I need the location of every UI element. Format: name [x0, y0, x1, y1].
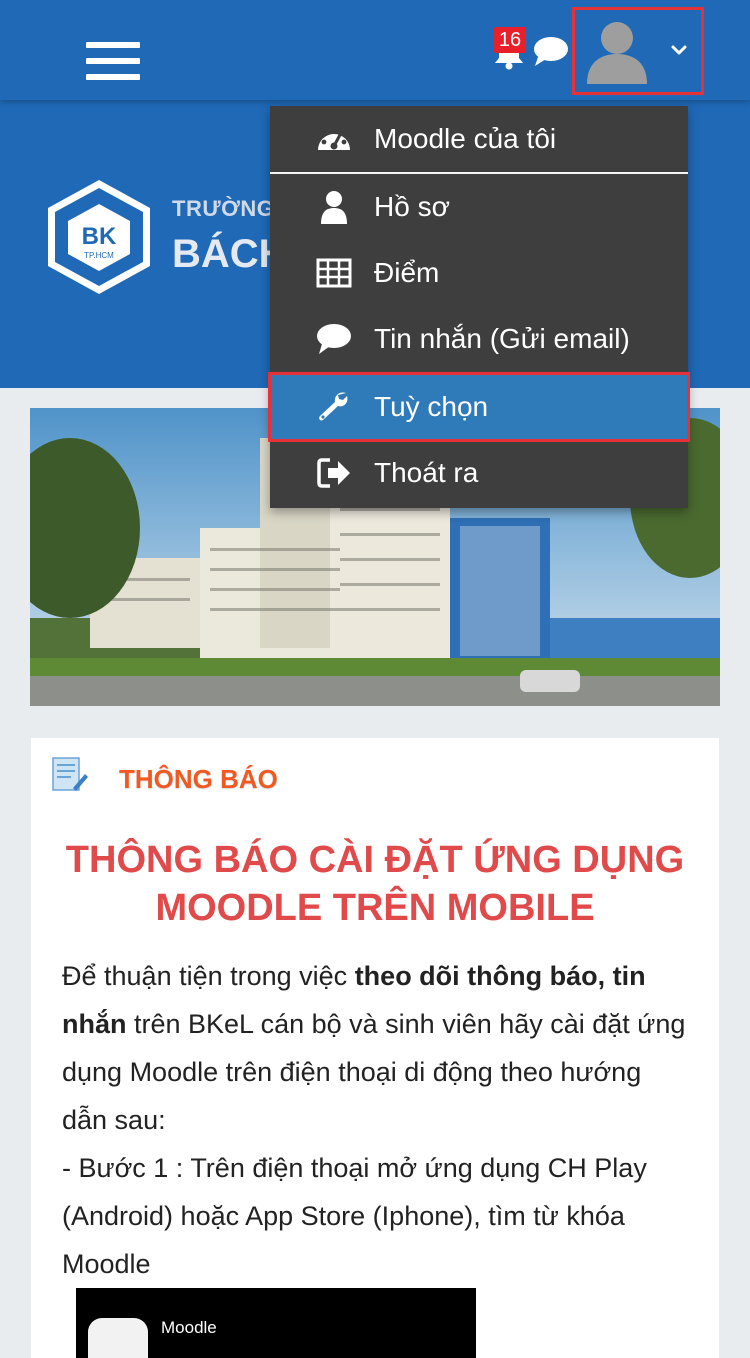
announcement-card: THÔNG BÁO THÔNG BÁO CÀI ĐẶT ỨNG DỤNG MOO…	[31, 738, 719, 1358]
menu-item-label: Thoát ra	[374, 457, 479, 488]
menu-item-my-moodle[interactable]: Moodle của tôi	[270, 106, 688, 172]
bk-logo: BK TP.HCM	[48, 180, 150, 294]
wrench-icon	[319, 392, 348, 421]
svg-text:BK: BK	[82, 223, 117, 250]
chevron-down-icon	[671, 45, 687, 55]
announcement-heading: THÔNG BÁO	[119, 764, 278, 794]
top-navbar: 16	[0, 0, 750, 100]
user-icon	[321, 191, 347, 224]
menu-item-profile[interactable]: Hồ sơ	[270, 174, 688, 240]
svg-text:TP.HCM: TP.HCM	[84, 251, 114, 260]
chat-bubble-icon[interactable]	[532, 34, 570, 68]
moodle-app-icon	[88, 1318, 148, 1358]
video-app-name: Moodle	[161, 1318, 217, 1337]
menu-item-label: Điểm	[374, 257, 440, 288]
step-1-text: - Bước 1 : Trên điện thoại mở ứng dụng C…	[62, 1153, 647, 1279]
menu-item-messages[interactable]: Tin nhắn (Gửi email)	[270, 306, 688, 372]
user-menu-toggle[interactable]	[572, 7, 704, 95]
menu-item-label: Moodle của tôi	[374, 123, 557, 154]
hamburger-menu-icon[interactable]	[86, 42, 140, 82]
notepad-icon	[52, 757, 88, 791]
menu-item-label: Tin nhắn (Gửi email)	[374, 323, 630, 354]
user-dropdown-menu: Moodle của tôi Hồ sơ Điểm Tin nhắn (Gửi …	[268, 106, 690, 508]
notice-body: Để thuận tiện trong việc theo dõi thông …	[62, 961, 686, 1279]
menu-item-label: Hồ sơ	[374, 191, 450, 222]
notice-title: THÔNG BÁO CÀI ĐẶT ỨNG DỤNG MOODLE TRÊN M…	[65, 839, 685, 929]
dashboard-gauge-icon	[318, 126, 350, 150]
chat-bubble-icon	[317, 324, 351, 354]
menu-item-logout[interactable]: Thoát ra	[270, 440, 688, 506]
tutorial-video-thumbnail[interactable]: Moodle	[76, 1288, 476, 1358]
notification-count-badge: 16	[494, 27, 526, 53]
user-avatar-icon	[587, 22, 647, 84]
menu-item-grades[interactable]: Điểm	[270, 240, 688, 306]
grid-table-icon	[316, 258, 352, 288]
sign-out-icon	[317, 458, 350, 488]
menu-item-label: Tuỳ chọn	[374, 391, 489, 422]
menu-item-preferences[interactable]: Tuỳ chọn	[268, 372, 690, 442]
